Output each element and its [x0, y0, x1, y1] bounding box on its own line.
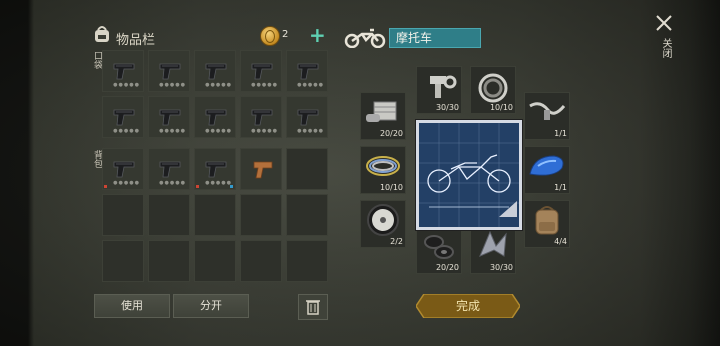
part-slot-bolt[interactable]: 30/30	[416, 66, 462, 114]
part-count: 2/2	[390, 237, 403, 246]
part-count: 10/10	[489, 103, 513, 112]
motorcycle-icon	[344, 28, 386, 48]
trash-button[interactable]	[298, 294, 328, 320]
close-icon[interactable]	[653, 12, 675, 34]
inventory-slot-flare-gun[interactable]	[240, 148, 282, 190]
pistol-icon	[113, 109, 135, 126]
inventory-slot-pistol[interactable]: ●●●●●	[194, 148, 236, 190]
use-button[interactable]: 使用	[94, 294, 170, 318]
durability-dots: ●●●●●	[113, 128, 140, 134]
part-count: 4/4	[554, 237, 567, 246]
pistol-icon	[251, 63, 273, 80]
part-count: 20/20	[435, 263, 459, 272]
inventory-slot-empty[interactable]	[148, 240, 190, 282]
part-count: 30/30	[489, 263, 513, 272]
durability-dots: ●●●●●	[205, 128, 232, 134]
durability-dots: ●●●●●	[251, 128, 278, 134]
motorcycle-blueprint	[416, 120, 522, 230]
part-slot-wheel[interactable]: 2/2	[360, 200, 406, 248]
vehicle-name: 摩托车	[389, 28, 481, 48]
inventory-slot-empty[interactable]	[286, 194, 328, 236]
game-screen: 物品栏 2 + 口袋 背包 ●●●●● ●●●●● ●●●●● ●●●●● ●●●●● ●…	[0, 0, 720, 346]
pistol-icon	[205, 161, 227, 178]
pistol-icon	[159, 63, 181, 80]
pistol-icon	[159, 161, 181, 178]
part-slot-backpack[interactable]: 4/4	[524, 200, 570, 248]
durability-dots: ●●●●●	[159, 128, 186, 134]
inventory-slot-pistol[interactable]: ●●●●●	[148, 96, 190, 138]
durability-dots: ●●●●●	[205, 180, 232, 186]
pistol-icon	[113, 63, 135, 80]
inventory-slot-pistol[interactable]: ●●●●●	[148, 50, 190, 92]
inventory-slot-pistol[interactable]: ●●●●●	[240, 50, 282, 92]
part-count: 1/1	[554, 183, 567, 192]
split-button[interactable]: 分开	[173, 294, 249, 318]
status-marker	[104, 185, 107, 188]
part-count: 1/1	[554, 129, 567, 138]
inventory-slot-pistol[interactable]: ●●●●●	[240, 96, 282, 138]
inventory-slot-empty[interactable]	[148, 194, 190, 236]
durability-dots: ●●●●●	[159, 180, 186, 186]
durability-dots: ●●●●●	[113, 180, 140, 186]
part-slot-wire[interactable]: 10/10	[360, 146, 406, 194]
flare-gun-icon	[253, 161, 273, 179]
inventory-slot-empty[interactable]	[286, 148, 328, 190]
durability-dots: ●●●●●	[251, 82, 278, 88]
inventory-slot-pistol[interactable]: ●●●●●	[194, 50, 236, 92]
part-count: 30/30	[435, 103, 459, 112]
inventory-slot-pistol[interactable]: ●●●●●	[102, 148, 144, 190]
status-marker	[230, 185, 233, 188]
part-slot-bearing[interactable]: 10/10	[470, 66, 516, 114]
durability-dots: ●●●●●	[159, 82, 186, 88]
inventory-slot-empty[interactable]	[240, 240, 282, 282]
coin-icon	[260, 26, 280, 46]
blueprint-drawing	[419, 123, 519, 227]
part-count: 20/20	[379, 129, 403, 138]
durability-dots: ●●●●●	[205, 82, 232, 88]
add-coins-button[interactable]: +	[309, 23, 326, 47]
inventory-slot-empty[interactable]	[240, 194, 282, 236]
durability-dots: ●●●●●	[297, 82, 324, 88]
part-slot-fuel-tank[interactable]: 1/1	[524, 146, 570, 194]
pistol-icon	[297, 109, 319, 126]
inventory-slot-empty[interactable]	[194, 194, 236, 236]
inventory-slot-empty[interactable]	[194, 240, 236, 282]
part-slot-engine[interactable]: 20/20	[360, 92, 406, 140]
coin-count: 2	[282, 29, 289, 40]
backpack-icon	[95, 26, 109, 42]
inventory-slot-empty[interactable]	[102, 240, 144, 282]
inventory-slot-pistol[interactable]: ●●●●●	[102, 50, 144, 92]
part-slot-gasket[interactable]: 20/20	[416, 226, 462, 274]
pistol-icon	[205, 63, 227, 80]
inventory-slot-pistol[interactable]: ●●●●●	[194, 96, 236, 138]
status-marker	[196, 185, 199, 188]
inventory-title: 物品栏	[116, 33, 156, 48]
pistol-icon	[159, 109, 181, 126]
pistol-icon	[251, 109, 273, 126]
inventory-slot-pistol[interactable]: ●●●●●	[286, 50, 328, 92]
close-label[interactable]: 关闭	[658, 38, 673, 58]
inventory-slot-pistol[interactable]: ●●●●●	[102, 96, 144, 138]
inventory-slot-empty[interactable]	[286, 240, 328, 282]
pistol-icon	[205, 109, 227, 126]
durability-dots: ●●●●●	[113, 82, 140, 88]
inventory-slot-empty[interactable]	[102, 194, 144, 236]
trash-icon	[306, 300, 320, 315]
durability-dots: ●●●●●	[297, 128, 324, 134]
pistol-icon	[297, 63, 319, 80]
part-slot-handlebar[interactable]: 1/1	[524, 92, 570, 140]
inventory-slot-pistol[interactable]: ●●●●●	[286, 96, 328, 138]
done-button[interactable]: 完成	[416, 294, 520, 318]
part-count: 10/10	[379, 183, 403, 192]
part-slot-metal-scrap[interactable]: 30/30	[470, 226, 516, 274]
pistol-icon	[113, 161, 135, 178]
inventory-slot-pistol[interactable]: ●●●●●	[148, 148, 190, 190]
